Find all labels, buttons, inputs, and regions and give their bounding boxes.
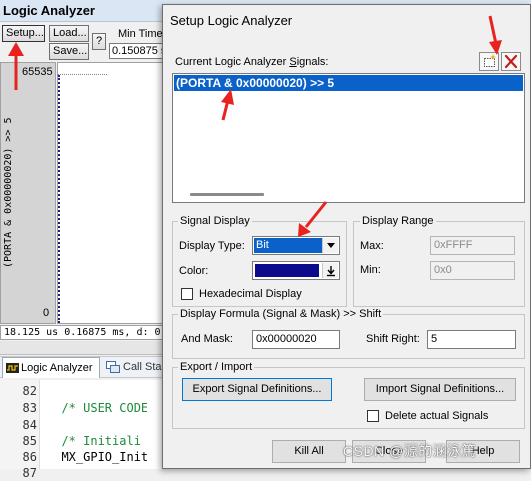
signals-label-suffix: ignals: xyxy=(296,56,329,68)
signal-display-title: Signal Display xyxy=(178,215,252,227)
logic-analyzer-icon xyxy=(6,363,19,373)
code-line: /* Initiali xyxy=(47,434,141,448)
list-horizontal-scrollbar[interactable] xyxy=(190,193,264,196)
call-stack-icon xyxy=(106,361,120,373)
waveform-area[interactable] xyxy=(57,62,163,324)
annotation-arrow-icon xyxy=(488,15,502,55)
tab-call-stack[interactable]: Call Sta xyxy=(103,357,163,378)
range-max-label: Max: xyxy=(360,240,384,252)
line-number: 87 xyxy=(22,466,37,480)
color-dropdown[interactable] xyxy=(252,261,340,280)
range-min-label: Min: xyxy=(360,264,381,276)
display-type-label: Display Type: xyxy=(179,240,245,252)
waveform-trace xyxy=(58,75,60,323)
and-mask-label: And Mask: xyxy=(181,333,233,345)
logic-analyzer-title: Logic Analyzer xyxy=(3,3,95,18)
export-import-title: Export / Import xyxy=(178,361,255,373)
min-time-field[interactable]: 0.150875 s xyxy=(109,43,164,59)
color-dropdown-arrow[interactable] xyxy=(322,263,338,278)
delete-actual-signals-checkbox[interactable] xyxy=(367,410,379,422)
save-button[interactable]: Save... xyxy=(49,43,89,60)
and-mask-field[interactable]: 0x00000020 xyxy=(252,330,340,349)
range-max-field: 0xFFFF xyxy=(430,236,515,255)
kill-all-button[interactable]: Kill All xyxy=(272,440,346,463)
dropdown-arrow[interactable] xyxy=(322,238,338,253)
help-question-button[interactable]: ? xyxy=(92,33,106,50)
tab-call-stack-label: Call Sta xyxy=(123,361,162,373)
y-axis-max: 65535 xyxy=(22,66,53,78)
watermark: CSDN @源的涵泳篤 xyxy=(343,443,477,459)
signals-label-prefix: Current Logic Analyzer xyxy=(175,56,290,68)
line-number: 84 xyxy=(22,418,37,432)
shift-right-label: Shift Right: xyxy=(366,333,420,345)
current-signals-label: Current Logic Analyzer Signals: xyxy=(175,56,328,68)
code-line: /* USER CODE xyxy=(47,401,147,415)
range-min-field: 0x0 xyxy=(430,261,515,280)
load-button[interactable]: Load... xyxy=(49,25,89,42)
min-time-label: Min Time xyxy=(118,28,163,40)
shift-right-field[interactable]: 5 xyxy=(427,330,516,349)
display-formula-title: Display Formula (Signal & Mask) >> Shift xyxy=(178,308,384,320)
color-swatch xyxy=(255,264,319,277)
y-axis-min: 0 xyxy=(43,307,50,319)
hexadecimal-checkbox[interactable] xyxy=(181,288,193,300)
dialog-title: Setup Logic Analyzer xyxy=(170,13,293,28)
code-line: MX_GPIO_Init xyxy=(47,450,147,464)
hexadecimal-label: Hexadecimal Display xyxy=(199,288,302,300)
tab-logic-analyzer-label: Logic Analyzer xyxy=(21,362,93,374)
delete-actual-signals-label: Delete actual Signals xyxy=(385,410,489,422)
color-label: Color: xyxy=(179,265,209,277)
tab-logic-analyzer[interactable]: Logic Analyzer xyxy=(2,357,100,378)
time-readout: 18.125 us 0.16875 ms, d: 0 xyxy=(0,325,163,340)
export-signal-definitions-button[interactable]: Export Signal Definitions... xyxy=(182,378,332,401)
signal-name-text: (PORTA & 0x00000020) >> 5 xyxy=(3,117,14,268)
arrow-down-bar-icon xyxy=(327,266,335,277)
delete-signal-button[interactable] xyxy=(501,52,521,71)
annotation-arrow-icon xyxy=(221,89,234,121)
waveform-scrollbar[interactable] xyxy=(0,341,163,355)
signals-label-accelerator: S xyxy=(289,56,297,68)
delete-x-icon xyxy=(504,54,518,69)
line-number: 85 xyxy=(22,434,37,448)
import-signal-definitions-button[interactable]: Import Signal Definitions... xyxy=(364,378,516,401)
annotation-arrow-icon xyxy=(8,42,24,90)
line-number: 82 xyxy=(22,384,37,398)
chevron-down-icon xyxy=(327,243,335,248)
display-range-title: Display Range xyxy=(360,215,436,227)
display-type-value: Bit xyxy=(254,238,322,253)
annotation-arrow-icon xyxy=(298,201,328,237)
line-number: 83 xyxy=(22,401,37,415)
line-number: 86 xyxy=(22,450,37,464)
waveform-grid-line xyxy=(57,74,107,75)
